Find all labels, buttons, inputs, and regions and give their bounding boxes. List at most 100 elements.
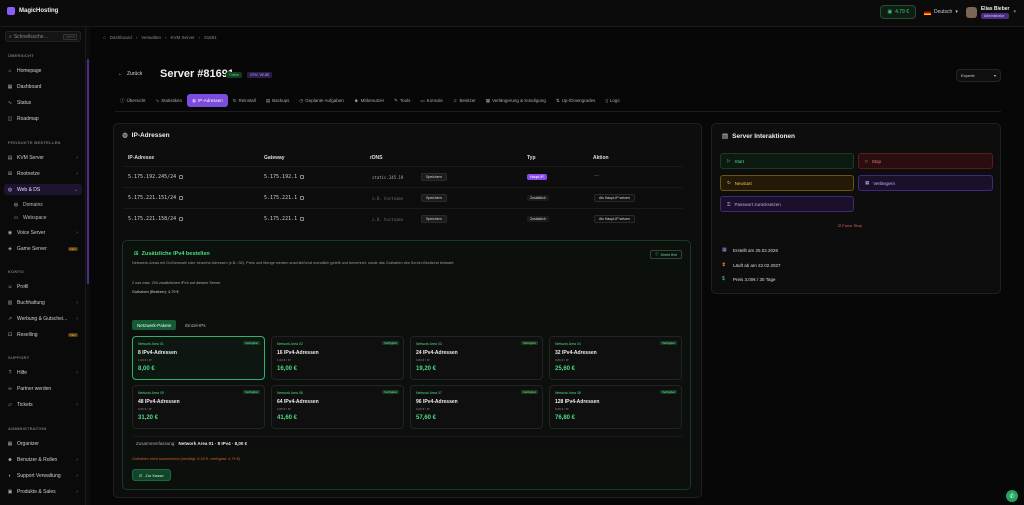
package-card[interactable]: Network Area 06 Verfügbar 64 IPv4-Adressen… [271, 385, 404, 429]
row-divider [123, 166, 683, 167]
sidebar-item-tickets[interactable]: ▱ Tickets › [4, 399, 82, 410]
insufficient-balance-warning: Guthaben nicht ausreichend (benötigt: 8,… [132, 457, 241, 461]
home-icon[interactable]: ⌂ [103, 35, 106, 40]
brand-logo[interactable]: MagicHosting [7, 7, 58, 15]
package-total: 8,00 € [138, 366, 155, 372]
direct-hint-button[interactable]: ⓘ Direkt Hint [650, 250, 682, 259]
sidebar-item-status[interactable]: ∿ Status [4, 97, 82, 108]
extend-button[interactable]: ▦ Verlängern [858, 175, 993, 191]
set-main-ip-button[interactable]: Als Haupt-IP setzen [594, 215, 635, 223]
save-rdns-button[interactable]: Speichern [421, 194, 447, 202]
sidebar-item-rootnetze[interactable]: ⊞ Rootnetze › [4, 168, 82, 179]
no-action: — [594, 173, 599, 179]
breadcrumb-item[interactable]: Verwalten [141, 35, 161, 40]
balance-badge[interactable]: ▣ 4,79 € [880, 5, 916, 19]
package-name: Network Area 04 [555, 342, 581, 346]
sidebar-item-benutzer[interactable]: ☻ Benutzer & Rollen › [4, 454, 82, 465]
copy-icon[interactable] [300, 195, 305, 200]
language-selector[interactable]: Deutsch ▾ [923, 9, 958, 15]
copy-icon[interactable] [179, 174, 184, 179]
package-card[interactable]: Network Area 04 Verfügbar 32 IPv4-Adressen… [549, 336, 682, 380]
copy-icon[interactable] [300, 174, 305, 179]
sidebar-item-produkte[interactable]: ▣ Produkte & Sales › [4, 486, 82, 497]
section-konto: KONTO [8, 269, 24, 274]
nav-label: Benutzer & Rollen [17, 456, 58, 463]
sidebar-item-buchhaltung[interactable]: ▥ Buchhaltung › [4, 297, 82, 308]
sidebar-item-roadmap[interactable]: ◫ Roadmap [4, 113, 82, 124]
breadcrumb-item[interactable]: KVM Server [171, 35, 195, 40]
tab-tools[interactable]: ✎ Tools [389, 94, 415, 107]
package-card[interactable]: Network Area 01 Verfügbar 8 IPv4-Adressen 1… [132, 336, 265, 380]
checkout-button[interactable]: ⊡ Zur Kasse [132, 469, 171, 481]
search-input[interactable]: ⌕ Schnellsuche... Ctrl+K [5, 31, 81, 42]
sidebar-item-dashboard[interactable]: ▦ Dashboard [4, 81, 82, 92]
tab-logs[interactable]: ▯ Logs [600, 94, 624, 107]
tab-ip-adressen[interactable]: ◍ IP-Adressen [187, 94, 228, 107]
copy-icon[interactable] [179, 195, 184, 200]
tab-uebersicht[interactable]: ⓘ Übersicht [115, 94, 151, 107]
type-badge: Haupt-IP [527, 174, 547, 180]
sidebar-item-game[interactable]: ◈ Game Server NEU [4, 243, 82, 254]
scrollbar-thumb[interactable] [87, 59, 89, 284]
tab-konsole[interactable]: ▭ Konsole [415, 94, 448, 107]
tab-backups[interactable]: ▤ Backups [261, 94, 295, 107]
package-card[interactable]: Network Area 02 Verfügbar 16 IPv4-Adressen… [271, 336, 404, 380]
package-card[interactable]: Network Area 03 Verfügbar 24 IPv4-Adressen… [410, 336, 543, 380]
breadcrumb-item[interactable]: Dashboard [110, 35, 132, 40]
nav-label: Support Verwaltung [17, 472, 61, 479]
tab-statistiken[interactable]: ∿ Statistiken [151, 94, 188, 107]
tab-verlaengerung[interactable]: ▦ Verlängerung & Kündigung [481, 94, 551, 107]
save-rdns-button[interactable]: Speichern [421, 173, 447, 181]
tab-up-downgrades[interactable]: ⇅ Up-/Downgrades [551, 94, 601, 107]
sidebar-item-webspace[interactable]: ▭ Webspace [10, 212, 80, 223]
sidebar-item-reselling[interactable]: ⊡ Reselling NEU [4, 329, 82, 340]
tab-mitbenutzer[interactable]: ☻ Mitbenutzer [349, 94, 389, 107]
copy-icon[interactable] [300, 216, 305, 221]
sidebar-scrollbar[interactable] [86, 27, 90, 505]
key-icon: ⚿ [727, 201, 731, 207]
user-menu[interactable]: Elias Bieber Administrator ▾ [965, 6, 1016, 19]
tab-besitzer[interactable]: ☺ Besitzer [448, 94, 481, 107]
sidebar-item-web[interactable]: ◍ Web & DS ⌄ [4, 184, 82, 195]
tab-geplante-aufgaben[interactable]: ◷ Geplante Aufgaben [294, 94, 348, 107]
force-stop-button[interactable]: ⏻ Force Stop [838, 223, 862, 228]
rdns-input[interactable]: z.B. hostname [372, 217, 403, 222]
package-card[interactable]: Network Area 07 Verfügbar 96 IPv4-Adressen… [410, 385, 543, 429]
tab-label: Tools [399, 98, 411, 103]
chat-button[interactable]: ✆ [1006, 490, 1018, 502]
save-rdns-button[interactable]: Speichern [421, 215, 447, 223]
rdns-input[interactable]: z.B. hostname [372, 196, 403, 201]
stop-button[interactable]: □ Stop [858, 153, 993, 169]
sidebar-item-kvm[interactable]: ▤ KVM Server › [4, 152, 82, 163]
sidebar-item-support-verwaltung[interactable]: ◐ Support Verwaltung › [4, 470, 82, 481]
sidebar-item-voice[interactable]: ◉ Voice Server › [4, 227, 82, 238]
chevron-down-icon: ▾ [955, 9, 958, 15]
user-icon: ☺ [7, 283, 13, 290]
sidebar-item-organizer[interactable]: ▦ Organizer [4, 438, 82, 449]
sidebar-item-werbung[interactable]: ↗ Werbung & Gutschei... › [4, 313, 82, 324]
sidebar-item-partner[interactable]: ∞ Partner werden [4, 383, 82, 394]
set-main-ip-button[interactable]: Als Haupt-IP setzen [594, 194, 635, 202]
mode-select[interactable]: Experte ▾ [956, 69, 1001, 82]
tab-single-ips[interactable]: Einzel-IPs [180, 320, 210, 330]
tab-label: Statistiken [161, 98, 183, 103]
sidebar-item-homepage[interactable]: ⌂ Homepage [4, 65, 82, 76]
restart-button[interactable]: ↻ Neustart [720, 175, 854, 191]
package-card[interactable]: Network Area 05 Verfügbar 48 IPv4-Adressen… [132, 385, 265, 429]
sidebar-item-profil[interactable]: ☺ Profil [4, 281, 82, 292]
clock-icon: ◷ [299, 97, 304, 103]
tab-label: Verlängerung & Kündigung [492, 98, 546, 103]
mode-label: Experte [961, 73, 975, 78]
start-button[interactable]: ▷ Start [720, 153, 854, 169]
back-button[interactable]: ← Zurück [118, 71, 142, 77]
copy-icon[interactable] [179, 216, 184, 221]
tab-label: Reinstall [238, 98, 256, 103]
sidebar-item-domains[interactable]: ◍ Domains [10, 199, 80, 210]
tab-network-packages[interactable]: Netzwerk-Pakete [132, 320, 177, 330]
reset-password-button[interactable]: ⚿ Passwort zurücksetzen [720, 196, 854, 212]
tab-reinstall[interactable]: ↻ Reinstall [228, 94, 261, 107]
rdns-input[interactable]: static.245.19 [372, 175, 403, 180]
sidebar-item-hilfe[interactable]: ? Hilfe › [4, 367, 82, 378]
server-icon: ▤ [7, 154, 13, 161]
package-card[interactable]: Network Area 08 Verfügbar 128 IPv4-Adresse… [549, 385, 682, 429]
